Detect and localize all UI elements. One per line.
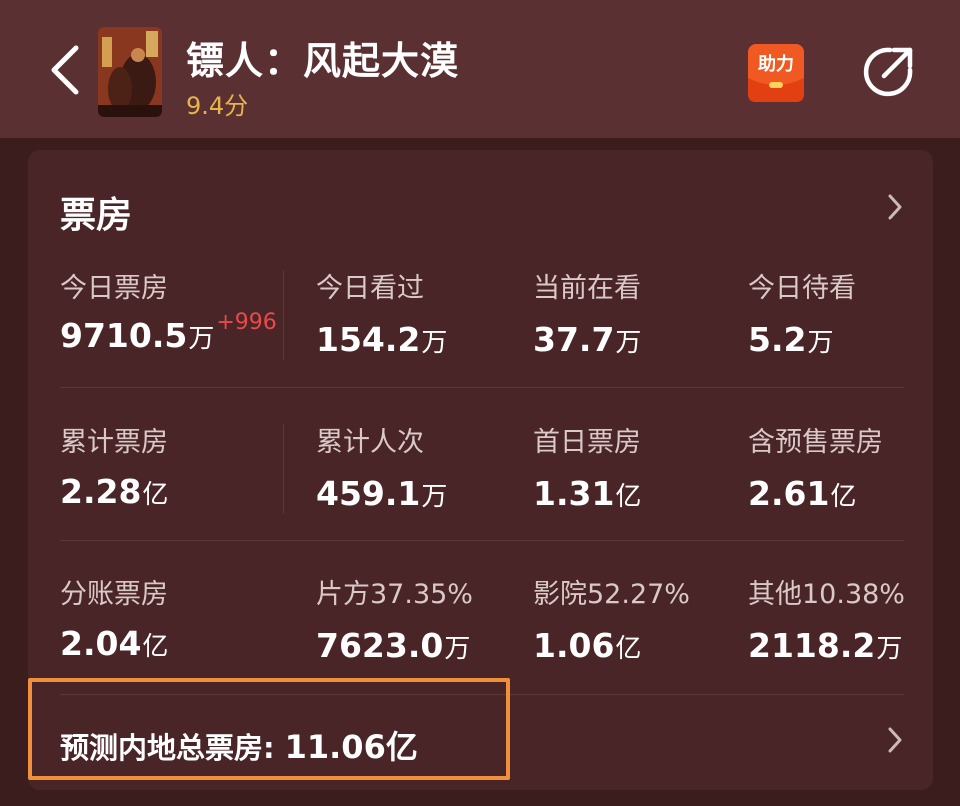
poster-image [98, 27, 162, 117]
forecast-label: 预测内地总票房: [60, 731, 275, 765]
total-box-office-value: 2.28亿 [60, 472, 169, 511]
presale-box-office-value: 2.61亿 [748, 474, 857, 513]
divider [283, 424, 284, 514]
movie-score: 9.4分 [186, 92, 249, 120]
today-box-office-label: 今日票房 [60, 273, 168, 304]
help-label: 助力 [758, 53, 794, 75]
chevron-right-icon[interactable] [886, 725, 904, 755]
split-box-office-label: 分账票房 [60, 579, 168, 610]
today-box-office-value: 9710.5万+996 [60, 310, 277, 355]
total-box-office-label: 累计票房 [60, 427, 168, 458]
divider [60, 387, 904, 388]
cinema-share-value: 1.06亿 [533, 626, 642, 665]
total-admissions-label: 累计人次 [316, 427, 424, 458]
today-watched-value: 154.2万 [316, 320, 448, 359]
want-to-watch-label: 今日待看 [748, 273, 856, 304]
forecast-total-box-office[interactable]: 预测内地总票房: 11.06亿 [60, 722, 418, 768]
producer-share-value: 7623.0万 [316, 626, 471, 665]
want-to-watch-value: 5.2万 [748, 320, 834, 359]
today-box-office-delta: +996 [216, 310, 277, 335]
red-envelope-icon: 助力 [748, 44, 804, 102]
share-arrow-icon [863, 47, 913, 97]
other-share-value: 2118.2万 [748, 626, 903, 665]
split-box-office-value: 2.04亿 [60, 624, 169, 663]
other-share-label: 其他10.38% [748, 579, 905, 610]
card-title: 票房 [60, 195, 133, 236]
share-button[interactable] [860, 44, 916, 100]
producer-share-label: 片方37.35% [316, 579, 473, 610]
help-boost-button[interactable]: 助力 [746, 42, 806, 104]
watching-now-value: 37.7万 [533, 320, 642, 359]
divider [60, 540, 904, 541]
back-button[interactable] [44, 40, 88, 100]
first-day-box-office-value: 1.31亿 [533, 474, 642, 513]
forecast-value: 11.06亿 [284, 728, 418, 766]
cinema-share-label: 影院52.27% [533, 579, 690, 610]
presale-box-office-label: 含预售票房 [748, 427, 883, 458]
first-day-box-office-label: 首日票房 [533, 427, 641, 458]
movie-poster[interactable] [98, 27, 162, 117]
chevron-right-icon[interactable] [886, 192, 904, 222]
total-admissions-value: 459.1万 [316, 474, 448, 513]
chevron-left-icon [51, 45, 79, 95]
watching-now-label: 当前在看 [533, 273, 641, 304]
divider [283, 270, 284, 360]
today-watched-label: 今日看过 [316, 273, 424, 304]
movie-title: 镖人：风起大漠 [186, 39, 460, 83]
